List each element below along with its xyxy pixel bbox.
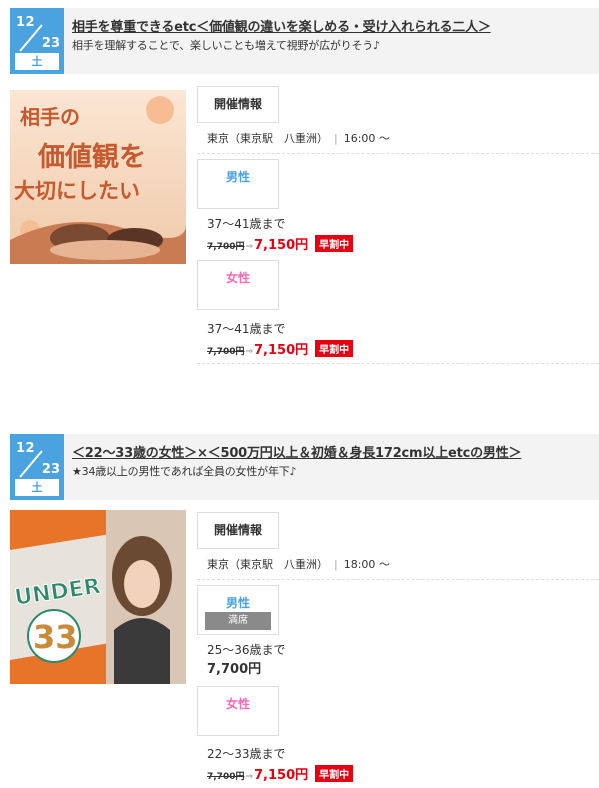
event-thumbnail[interactable]: 相手の 価値観を 大切にしたい — [10, 90, 186, 264]
venue-separator: | — [334, 132, 338, 145]
event-header: 12 23 土 ＜22〜33歳の女性＞×＜500万円以上＆初婚＆身長172cm以… — [10, 434, 599, 500]
thumbnail-image: UNDER 33 — [10, 510, 186, 684]
thumb-text-1: 相手の — [20, 105, 80, 129]
female-box[interactable]: 女性 — [197, 260, 279, 310]
male-price: 7,700円 — [207, 658, 261, 677]
female-new-price: 7,150円 — [254, 343, 309, 358]
event-title-link[interactable]: ＜22〜33歳の女性＞×＜500万円以上＆初婚＆身長172cm以上etcの男性＞ — [72, 442, 522, 461]
date-month: 12 — [16, 441, 36, 456]
venue-line: 東京（東京駅 八重洲） | 16:00 ～ — [207, 130, 390, 146]
date-weekday: 土 — [15, 479, 59, 496]
female-label: 女性 — [225, 697, 250, 711]
date-day: 23 — [41, 462, 60, 477]
date-badge: 12 23 土 — [10, 8, 64, 74]
date-month: 12 — [16, 15, 36, 30]
male-age: 37〜41歳まで — [207, 217, 286, 231]
female-old-price: 7,700円 — [207, 772, 245, 782]
venue-location: 東京（東京駅 八重洲） — [207, 132, 328, 145]
thumb-text-2: 33 — [33, 618, 78, 656]
arrow-icon: ⇒ — [245, 242, 254, 252]
arrow-icon: ⇒ — [245, 772, 254, 782]
male-old-price: 7,700円 — [207, 242, 245, 252]
event-title-link[interactable]: 相手を尊重できるetc＜価値観の違いを楽しめる・受け入れられる二人＞ — [72, 16, 491, 35]
sold-out-badge: 満席 — [205, 612, 271, 630]
male-new-price: 7,150円 — [254, 238, 309, 253]
female-age: 22〜33歳まで — [207, 747, 286, 761]
divider — [197, 579, 599, 580]
early-discount-badge: 早割中 — [315, 235, 354, 252]
event-info-button[interactable]: 開催情報 — [197, 512, 279, 549]
female-age: 37〜41歳まで — [207, 322, 286, 336]
male-box[interactable]: 男性 — [197, 159, 279, 209]
male-label: 男性 — [225, 596, 250, 610]
venue-location: 東京（東京駅 八重洲） — [207, 558, 328, 571]
date-badge: 12 23 土 — [10, 434, 64, 500]
divider — [197, 363, 599, 364]
female-box[interactable]: 女性 — [197, 686, 279, 736]
date-day: 23 — [41, 36, 60, 51]
female-old-price: 7,700円 — [207, 347, 245, 357]
venue-separator: | — [334, 558, 338, 571]
male-price: 7,700円⇒7,150円 早割中 — [207, 234, 354, 253]
male-label: 男性 — [225, 170, 250, 184]
event-subtitle: 相手を理解することで、楽しいことも増えて視野が広がりそう♪ — [72, 39, 380, 52]
thumbnail-image: 相手の 価値観を 大切にしたい — [10, 90, 186, 264]
female-new-price: 7,150円 — [254, 768, 309, 783]
female-price: 7,700円⇒7,150円 早割中 — [207, 764, 354, 783]
female-price: 7,700円⇒7,150円 早割中 — [207, 339, 354, 358]
thumb-text-3: 大切にしたい — [14, 179, 140, 203]
arrow-icon: ⇒ — [245, 347, 254, 357]
divider — [197, 153, 599, 154]
male-price-value: 7,700円 — [207, 662, 262, 677]
event-header: 12 23 土 相手を尊重できるetc＜価値観の違いを楽しめる・受け入れられる二… — [10, 8, 599, 74]
early-discount-badge: 早割中 — [315, 340, 354, 357]
event-subtitle: ★34歳以上の男性であれば全員の女性が年下♪ — [72, 465, 297, 478]
thumb-text-2: 価値観を — [37, 141, 146, 173]
event-info-button[interactable]: 開催情報 — [197, 86, 279, 123]
event-thumbnail[interactable]: UNDER 33 — [10, 510, 186, 684]
venue-time: 18:00 ～ — [343, 558, 390, 571]
venue-line: 東京（東京駅 八重洲） | 18:00 ～ — [207, 556, 390, 572]
male-age: 25〜36歳まで — [207, 643, 286, 657]
male-box[interactable]: 男性 満席 — [197, 585, 279, 635]
venue-time: 16:00 ～ — [343, 132, 390, 145]
female-label: 女性 — [225, 271, 250, 285]
early-discount-badge: 早割中 — [315, 765, 354, 782]
date-weekday: 土 — [15, 53, 59, 70]
